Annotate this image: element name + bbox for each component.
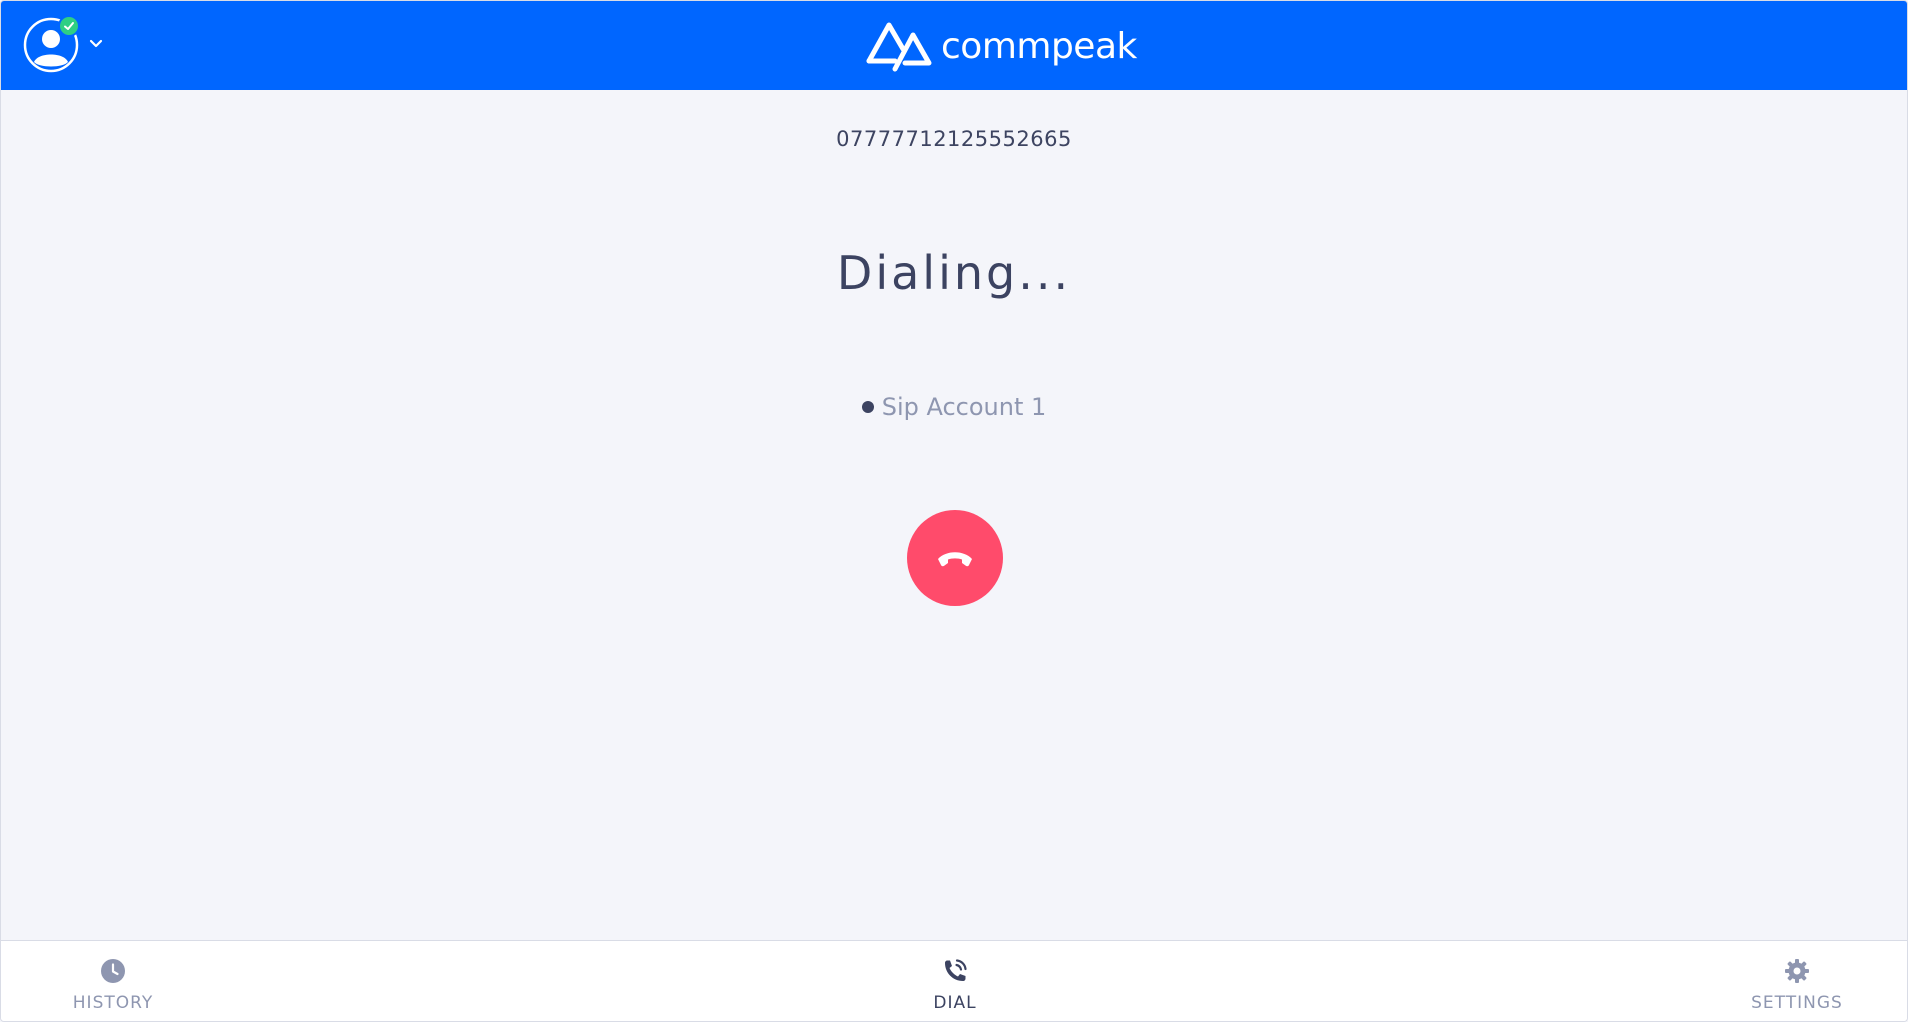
commpeak-logo-icon xyxy=(866,22,932,72)
nav-settings[interactable]: SETTINGS xyxy=(1717,941,1877,1021)
clock-icon xyxy=(101,959,125,983)
brand-name: commpeak xyxy=(941,25,1137,67)
account-dot-icon xyxy=(861,401,874,413)
brand-logo: commpeak xyxy=(865,19,1137,73)
nav-dial-label: DIAL xyxy=(933,993,977,1013)
online-status-badge xyxy=(58,15,80,37)
top-header: commpeak xyxy=(1,1,1907,90)
nav-dial[interactable]: DIAL xyxy=(875,941,1035,1021)
nav-history[interactable]: HISTORY xyxy=(33,941,193,1021)
hangup-button[interactable] xyxy=(907,510,1003,606)
sip-account-label: Sip Account 1 xyxy=(881,393,1047,421)
call-status: Dialing... xyxy=(836,246,1072,300)
dialed-number: 07777712125552665 xyxy=(836,127,1072,151)
nav-settings-label: SETTINGS xyxy=(1751,993,1843,1013)
gear-icon xyxy=(1785,959,1809,983)
softphone-window: commpeak 07777712125552665 Dialing... Si… xyxy=(0,0,1908,1022)
phone-calling-icon xyxy=(945,959,967,981)
chevron-down-icon[interactable] xyxy=(87,37,105,51)
phone-hangup-icon xyxy=(938,552,972,567)
user-avatar-button[interactable] xyxy=(23,15,80,73)
sip-account-indicator: Sip Account 1 xyxy=(1,393,1907,421)
bottom-navigation: HISTORY DIAL SETTINGS xyxy=(1,940,1907,1021)
nav-history-label: HISTORY xyxy=(72,993,154,1013)
check-icon xyxy=(64,22,74,30)
